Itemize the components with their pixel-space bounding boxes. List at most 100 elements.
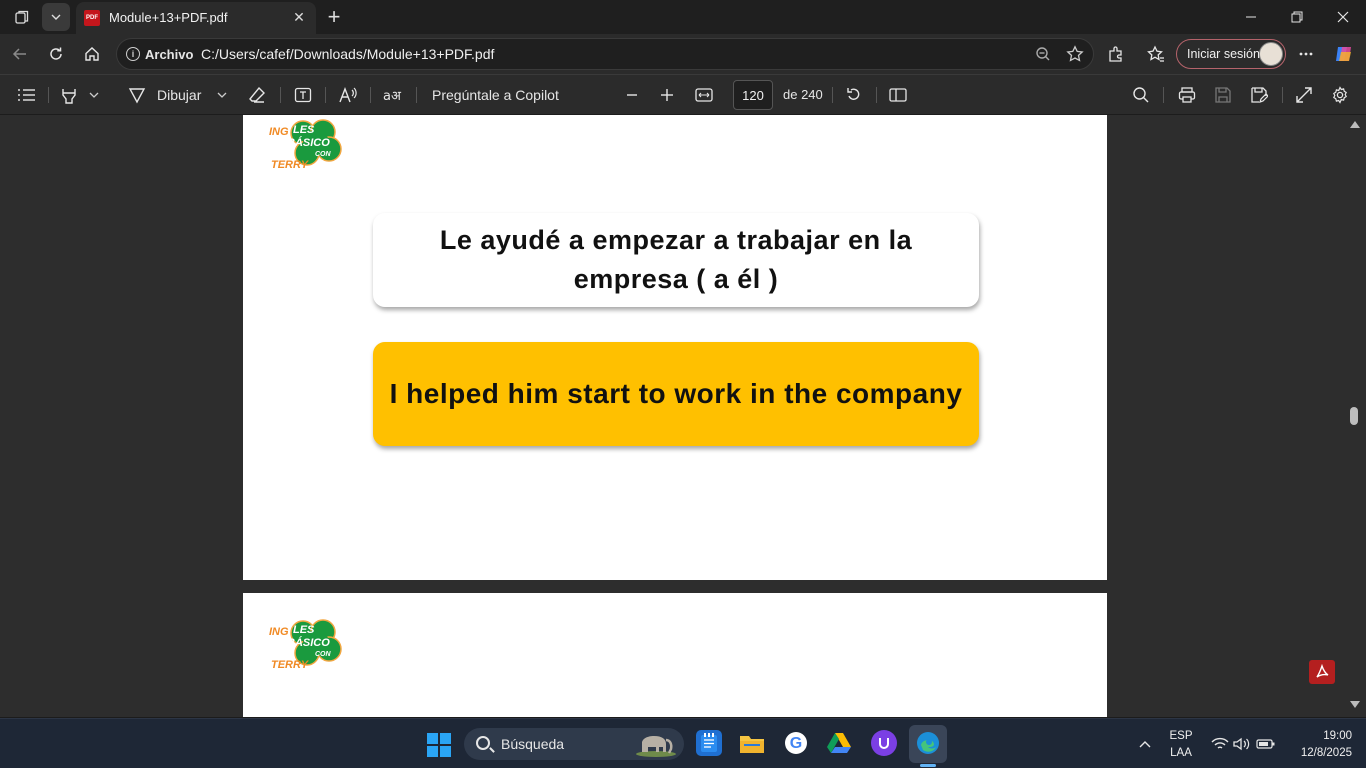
toolbar-divider	[876, 87, 877, 103]
scroll-up-arrow-icon[interactable]	[1350, 121, 1360, 128]
keyboard-language-top[interactable]: ESP	[1164, 730, 1198, 742]
refresh-icon[interactable]	[42, 40, 70, 68]
pdf-favicon-icon: PDF	[84, 10, 100, 26]
app-u-icon[interactable]	[871, 730, 897, 756]
logo-text-ing: ING	[269, 126, 289, 138]
logo-text-les: LES	[293, 624, 315, 636]
toolbar-divider	[48, 87, 49, 103]
search-icon	[476, 736, 490, 750]
google-chrome-icon[interactable]: G	[783, 730, 809, 756]
logo-text-les: LES	[293, 124, 315, 136]
acrobat-icon[interactable]	[1309, 660, 1335, 684]
toolbar-divider	[1282, 87, 1283, 103]
restore-icon[interactable]	[1274, 0, 1320, 34]
english-sentence-card: I helped him start to work in the compan…	[373, 342, 979, 446]
rotate-icon[interactable]	[843, 83, 865, 107]
save-as-icon[interactable]	[1248, 83, 1270, 107]
pdf-page: ING LES BÁSICO CON TERRY Le ayudé a empe…	[243, 115, 1107, 580]
copilot-icon[interactable]	[1330, 40, 1358, 68]
show-hidden-icons-chevron-icon[interactable]	[1131, 730, 1159, 758]
logo-text-basico: BÁSICO	[287, 137, 330, 149]
zoom-out-icon[interactable]	[1029, 40, 1057, 68]
spanish-sentence-card: Le ayudé a empezar a trabajar en la empr…	[373, 213, 979, 307]
logo-text-basico: BÁSICO	[287, 637, 330, 649]
new-tab-icon[interactable]: +	[320, 3, 348, 31]
save-icon[interactable]	[1212, 83, 1234, 107]
signin-label: Iniciar sesión	[1187, 47, 1260, 61]
back-arrow-icon[interactable]	[6, 40, 34, 68]
draw-label[interactable]: Dibujar	[157, 87, 201, 103]
logo-text-con: CON	[315, 651, 331, 658]
close-tab-icon[interactable]: ✕	[290, 8, 308, 26]
tab-pdf[interactable]: PDF Module+13+PDF.pdf ✕	[76, 2, 316, 34]
battery-icon[interactable]	[1252, 730, 1280, 758]
favorite-star-icon[interactable]	[1061, 40, 1089, 68]
search-placeholder: Búsqueda	[501, 736, 565, 752]
english-sentence: I helped him start to work in the compan…	[389, 378, 963, 409]
windows-start-icon[interactable]	[427, 733, 451, 757]
ingles-basico-logo: ING LES BÁSICO CON TERRY	[269, 115, 349, 175]
contents-list-icon[interactable]	[16, 83, 38, 107]
settings-gear-icon[interactable]	[1329, 83, 1351, 107]
taskbar: Búsqueda G ESP LAA 19:00 12/8/2025	[0, 718, 1366, 768]
google-drive-icon[interactable]	[826, 730, 852, 756]
microsoft-edge-icon[interactable]	[915, 730, 941, 756]
spanish-sentence: Le ayudé a empezar a trabajar en la empr…	[439, 225, 913, 294]
pdf-toolbar: Dibujar aअ Pregúntale a Copilot 120 de 2…	[0, 74, 1366, 114]
title-bar: PDF Module+13+PDF.pdf ✕ +	[0, 0, 1366, 34]
extensions-icon[interactable]	[1102, 40, 1130, 68]
tab-actions-chevron-icon[interactable]	[42, 3, 70, 31]
add-text-icon[interactable]	[291, 83, 315, 107]
draw-icon[interactable]	[126, 83, 148, 107]
info-icon[interactable]: i	[126, 47, 140, 61]
notepad-icon[interactable]	[696, 730, 722, 756]
ingles-basico-logo: ING LES BÁSICO CON TERRY	[269, 615, 349, 675]
scroll-down-arrow-icon[interactable]	[1350, 701, 1360, 708]
page-number-input[interactable]: 120	[733, 80, 773, 110]
keyboard-language-bottom[interactable]: LAA	[1164, 747, 1198, 759]
translate-icon[interactable]: aअ	[381, 83, 405, 107]
zoom-in-icon[interactable]	[657, 83, 677, 107]
minimize-icon[interactable]	[1228, 0, 1274, 34]
taskbar-search[interactable]: Búsqueda	[464, 728, 684, 760]
favorites-icon[interactable]	[1142, 40, 1170, 68]
more-options-icon[interactable]	[1292, 40, 1320, 68]
active-app-indicator	[920, 764, 936, 767]
svg-text:aअ: aअ	[383, 89, 402, 103]
highlight-icon[interactable]	[58, 83, 80, 107]
address-bar[interactable]: i Archivo C:/Users/cafef/Downloads/Modul…	[116, 38, 1094, 70]
toolbar-divider	[280, 87, 281, 103]
draw-chevron-icon[interactable]	[214, 83, 230, 107]
search-highlight-elephant-icon	[636, 736, 676, 757]
zoom-out-icon[interactable]	[622, 83, 642, 107]
logo-text-ing: ING	[269, 626, 289, 638]
read-aloud-icon[interactable]	[336, 83, 360, 107]
file-explorer-icon[interactable]	[739, 730, 765, 756]
print-icon[interactable]	[1176, 83, 1198, 107]
toolbar-divider	[416, 87, 417, 103]
eraser-icon[interactable]	[246, 83, 268, 107]
logo-text-terry: TERRY	[271, 659, 309, 671]
close-window-icon[interactable]	[1320, 0, 1366, 34]
pdf-viewer[interactable]: ING LES BÁSICO CON TERRY Le ayudé a empe…	[0, 115, 1366, 717]
toolbar-divider	[325, 87, 326, 103]
page-view-icon[interactable]	[887, 83, 909, 107]
logo-text-terry: TERRY	[271, 159, 309, 171]
toolbar-divider	[1163, 87, 1164, 103]
workspaces-icon[interactable]	[8, 3, 36, 31]
url-text[interactable]: C:/Users/cafef/Downloads/Module+13+PDF.p…	[201, 46, 494, 62]
fit-width-icon[interactable]	[693, 83, 715, 107]
fullscreen-icon[interactable]	[1293, 83, 1315, 107]
avatar	[1259, 42, 1283, 66]
home-icon[interactable]	[78, 40, 106, 68]
scrollbar-thumb[interactable]	[1350, 407, 1358, 425]
search-icon[interactable]	[1130, 83, 1152, 107]
logo-text-con: CON	[315, 151, 331, 158]
copilot-prompt-label[interactable]: Pregúntale a Copilot	[432, 87, 559, 103]
clock-date[interactable]: 12/8/2025	[1286, 747, 1352, 759]
highlight-chevron-icon[interactable]	[86, 83, 102, 107]
signin-button[interactable]: Iniciar sesión	[1176, 39, 1286, 69]
total-pages-label: de 240	[783, 87, 823, 102]
navigation-bar: i Archivo C:/Users/cafef/Downloads/Modul…	[0, 34, 1366, 74]
clock-time[interactable]: 19:00	[1286, 730, 1352, 742]
